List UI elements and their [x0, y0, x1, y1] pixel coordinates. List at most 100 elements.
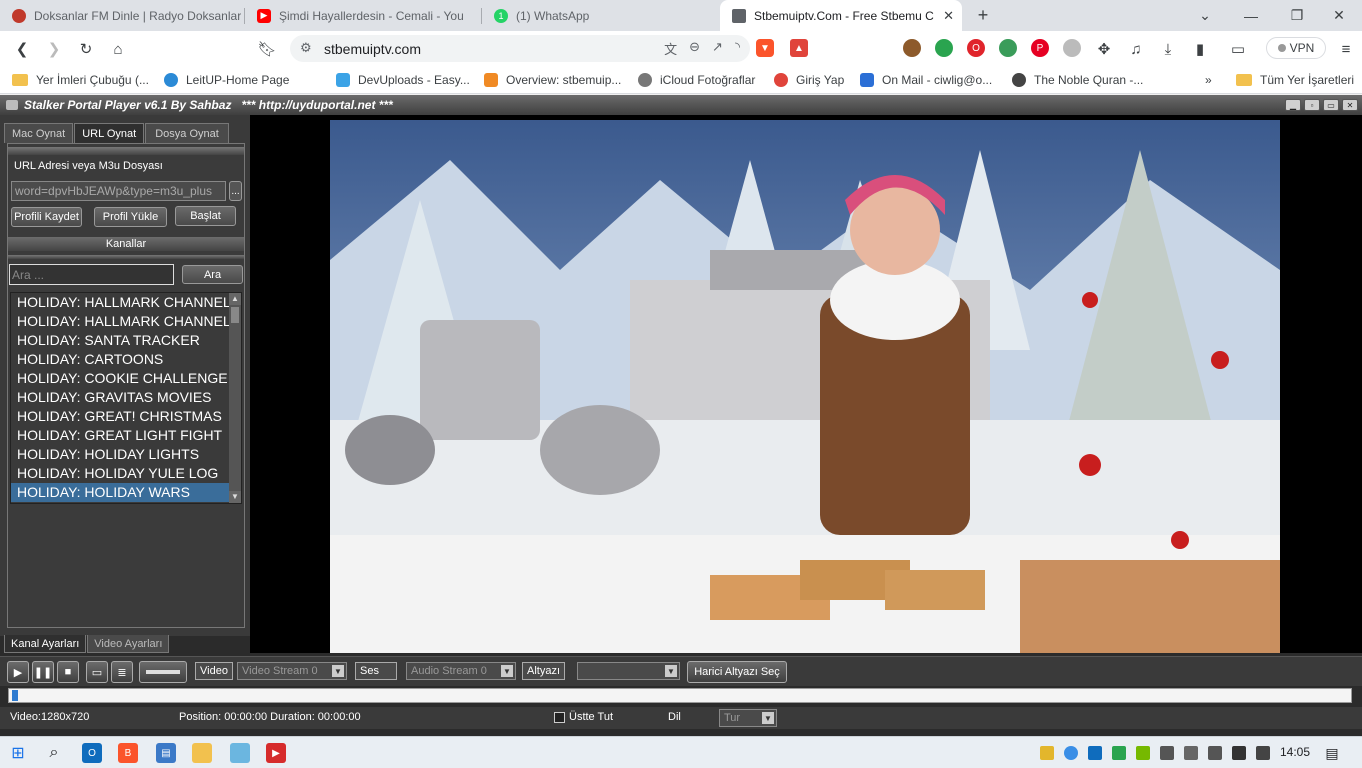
- notepad-icon[interactable]: [230, 743, 250, 763]
- bookmark-icon[interactable]: 🔖︎: [255, 37, 279, 61]
- vpn-button[interactable]: VPN: [1266, 37, 1326, 59]
- address-bar[interactable]: ⚙ stbemuiptv.com 文 ⊖ ↗ ◝: [290, 35, 750, 62]
- bookmark-item-4[interactable]: Overview: stbemuip...: [484, 71, 621, 89]
- tab-dosya-oynat[interactable]: Dosya Oynat: [145, 123, 229, 143]
- browser-tab-youtube[interactable]: ▶ Şimdi Hayallerdesin - Cemali - You: [245, 0, 482, 31]
- bookmark-item-8[interactable]: The Noble Quran -...: [1012, 71, 1143, 89]
- external-subtitle-button[interactable]: Harici Altyazı Seç: [687, 661, 787, 683]
- list-item[interactable]: HOLIDAY: HALLMARK CHANNEL: [11, 293, 230, 312]
- brave-rewards-icon[interactable]: ▲: [790, 39, 808, 57]
- brave-icon[interactable]: B: [118, 743, 138, 763]
- load-profile-button[interactable]: Profil Yükle: [94, 207, 167, 227]
- scroll-down-icon[interactable]: ▼: [229, 491, 241, 503]
- bookmark-item-3[interactable]: DevUploads - Easy...: [336, 71, 470, 89]
- list-item[interactable]: HOLIDAY: GREAT LIGHT FIGHT: [11, 426, 230, 445]
- restore-icon[interactable]: ❐: [1274, 0, 1320, 31]
- tray-display-icon[interactable]: [1208, 746, 1222, 760]
- brave-shield-icon[interactable]: ▼: [756, 39, 774, 57]
- cookie-extension-icon[interactable]: [903, 39, 921, 57]
- list-item[interactable]: HOLIDAY: GRAVITAS MOVIES: [11, 388, 230, 407]
- outlook-icon[interactable]: O: [82, 743, 102, 763]
- pinterest-icon[interactable]: P: [1031, 39, 1049, 57]
- tray-nvidia-icon[interactable]: [1136, 746, 1150, 760]
- list-item[interactable]: HOLIDAY: SANTA TRACKER: [11, 331, 230, 350]
- list-item[interactable]: HOLIDAY: GREAT! CHRISTMAS: [11, 407, 230, 426]
- sidebar-icon[interactable]: ▮: [1188, 37, 1212, 61]
- list-item-selected[interactable]: HOLIDAY: HOLIDAY WARS: [11, 483, 230, 502]
- channel-scrollbar[interactable]: ▲ ▼: [229, 293, 241, 503]
- app-close-icon[interactable]: ✕: [1342, 99, 1358, 111]
- bookmark-item-2[interactable]: LeitUP-Home Page: [164, 71, 289, 89]
- stop-icon[interactable]: ■: [57, 661, 79, 683]
- tab-video-ayarlari[interactable]: Video Ayarları: [87, 635, 170, 653]
- channel-search-input[interactable]: Ara ...: [9, 264, 174, 285]
- browser-tab-whatsapp[interactable]: 1 (1) WhatsApp: [482, 0, 720, 31]
- media-icon[interactable]: ♫: [1124, 37, 1148, 61]
- app-info-icon[interactable]: ▫: [1304, 99, 1320, 111]
- subtitle-select[interactable]: ▼: [577, 662, 680, 680]
- rss-icon[interactable]: ◝: [735, 39, 740, 58]
- scroll-thumb[interactable]: [231, 307, 239, 323]
- browser-tab-stbemu[interactable]: Stbemuiptv.Com - Free Stbemu C ✕: [720, 0, 962, 31]
- extensions-icon[interactable]: ✥: [1092, 37, 1116, 61]
- all-bookmarks[interactable]: Tüm Yer İşaretleri: [1236, 71, 1354, 89]
- tab-kanal-ayarlari[interactable]: Kanal Ayarları: [4, 635, 87, 653]
- green-extension-icon[interactable]: [935, 39, 953, 57]
- shield-extension-icon[interactable]: [999, 39, 1017, 57]
- back-icon[interactable]: ❮: [10, 37, 34, 61]
- video-area[interactable]: [250, 115, 1362, 653]
- tray-speaker-icon[interactable]: [1256, 746, 1270, 760]
- bookmark-item-5[interactable]: iCloud Fotoğraflar: [638, 71, 755, 89]
- start-button[interactable]: Başlat: [175, 206, 236, 226]
- search-button[interactable]: Ara: [182, 265, 243, 284]
- video-stream-select[interactable]: Video Stream 0 ▼: [237, 662, 347, 680]
- browser-tab-doksanlar[interactable]: Doksanlar FM Dinle | Radyo Doksanlar: [0, 0, 245, 31]
- forward-icon[interactable]: ❯: [42, 37, 66, 61]
- tray-shield-icon[interactable]: [1040, 746, 1054, 760]
- tray-globe-icon[interactable]: [1064, 746, 1078, 760]
- app-minimize-icon[interactable]: ▁: [1285, 99, 1301, 111]
- bookmark-item-6[interactable]: Giriş Yap: [774, 71, 844, 89]
- browse-button[interactable]: ...: [229, 181, 242, 201]
- taskbar-clock[interactable]: 14:05: [1280, 745, 1310, 759]
- tray-app-icon[interactable]: [1112, 746, 1126, 760]
- tray-outlook-icon[interactable]: [1088, 746, 1102, 760]
- bookmark-item-7[interactable]: On Mail - ciwlig@o...: [860, 71, 992, 89]
- search-icon[interactable]: ⌕: [44, 743, 64, 763]
- language-select[interactable]: Tur ▼: [719, 709, 777, 727]
- tab-url-oynat[interactable]: URL Oynat: [74, 123, 145, 143]
- play-icon[interactable]: ▶: [7, 661, 29, 683]
- screen-icon[interactable]: ▭: [86, 661, 108, 683]
- tab-mac-oynat[interactable]: Mac Oynat: [4, 123, 74, 143]
- start-icon[interactable]: ⊞: [8, 743, 28, 763]
- list-item[interactable]: HOLIDAY: HOLIDAY YULE LOG: [11, 464, 230, 483]
- home-icon[interactable]: ⌂: [106, 37, 130, 61]
- reload-icon[interactable]: ↻: [74, 37, 98, 61]
- pause-icon[interactable]: ❚❚: [32, 661, 54, 683]
- notification-icon[interactable]: ▤: [1322, 743, 1342, 763]
- file-explorer-icon[interactable]: [192, 743, 212, 763]
- volume-slider[interactable]: [139, 661, 187, 683]
- list-item[interactable]: HOLIDAY: HALLMARK CHANNEL (: [11, 312, 230, 331]
- close-tab-icon[interactable]: ✕: [943, 8, 954, 24]
- site-settings-icon[interactable]: ⚙: [300, 40, 312, 56]
- app-maximize-icon[interactable]: ▭: [1323, 99, 1339, 111]
- tray-battery-icon[interactable]: [1184, 746, 1198, 760]
- list-item[interactable]: HOLIDAY: COOKIE CHALLENGE: [11, 369, 230, 388]
- downloads-icon[interactable]: ⤓: [1156, 37, 1180, 61]
- list-item[interactable]: HOLIDAY: HOLIDAY LIGHTS: [11, 445, 230, 464]
- seek-bar[interactable]: [8, 688, 1352, 703]
- tray-network-icon[interactable]: [1160, 746, 1174, 760]
- player-taskbar-icon[interactable]: ▶: [266, 743, 286, 763]
- list-item[interactable]: HOLIDAY: CARTOONS: [11, 350, 230, 369]
- opera-icon[interactable]: O: [967, 39, 985, 57]
- bookmark-item-1[interactable]: Yer İmleri Çubuğu (...: [12, 71, 149, 89]
- new-tab-button[interactable]: +: [960, 0, 1006, 31]
- wallet-icon[interactable]: ▭: [1226, 37, 1250, 61]
- minimize-icon[interactable]: —: [1228, 0, 1274, 31]
- bookmarks-overflow[interactable]: »: [1205, 71, 1212, 89]
- audio-stream-select[interactable]: Audio Stream 0 ▼: [406, 662, 516, 680]
- menu-icon[interactable]: ≡: [1334, 37, 1358, 61]
- gray-extension-icon[interactable]: [1063, 39, 1081, 57]
- share-icon[interactable]: ↗: [712, 39, 723, 58]
